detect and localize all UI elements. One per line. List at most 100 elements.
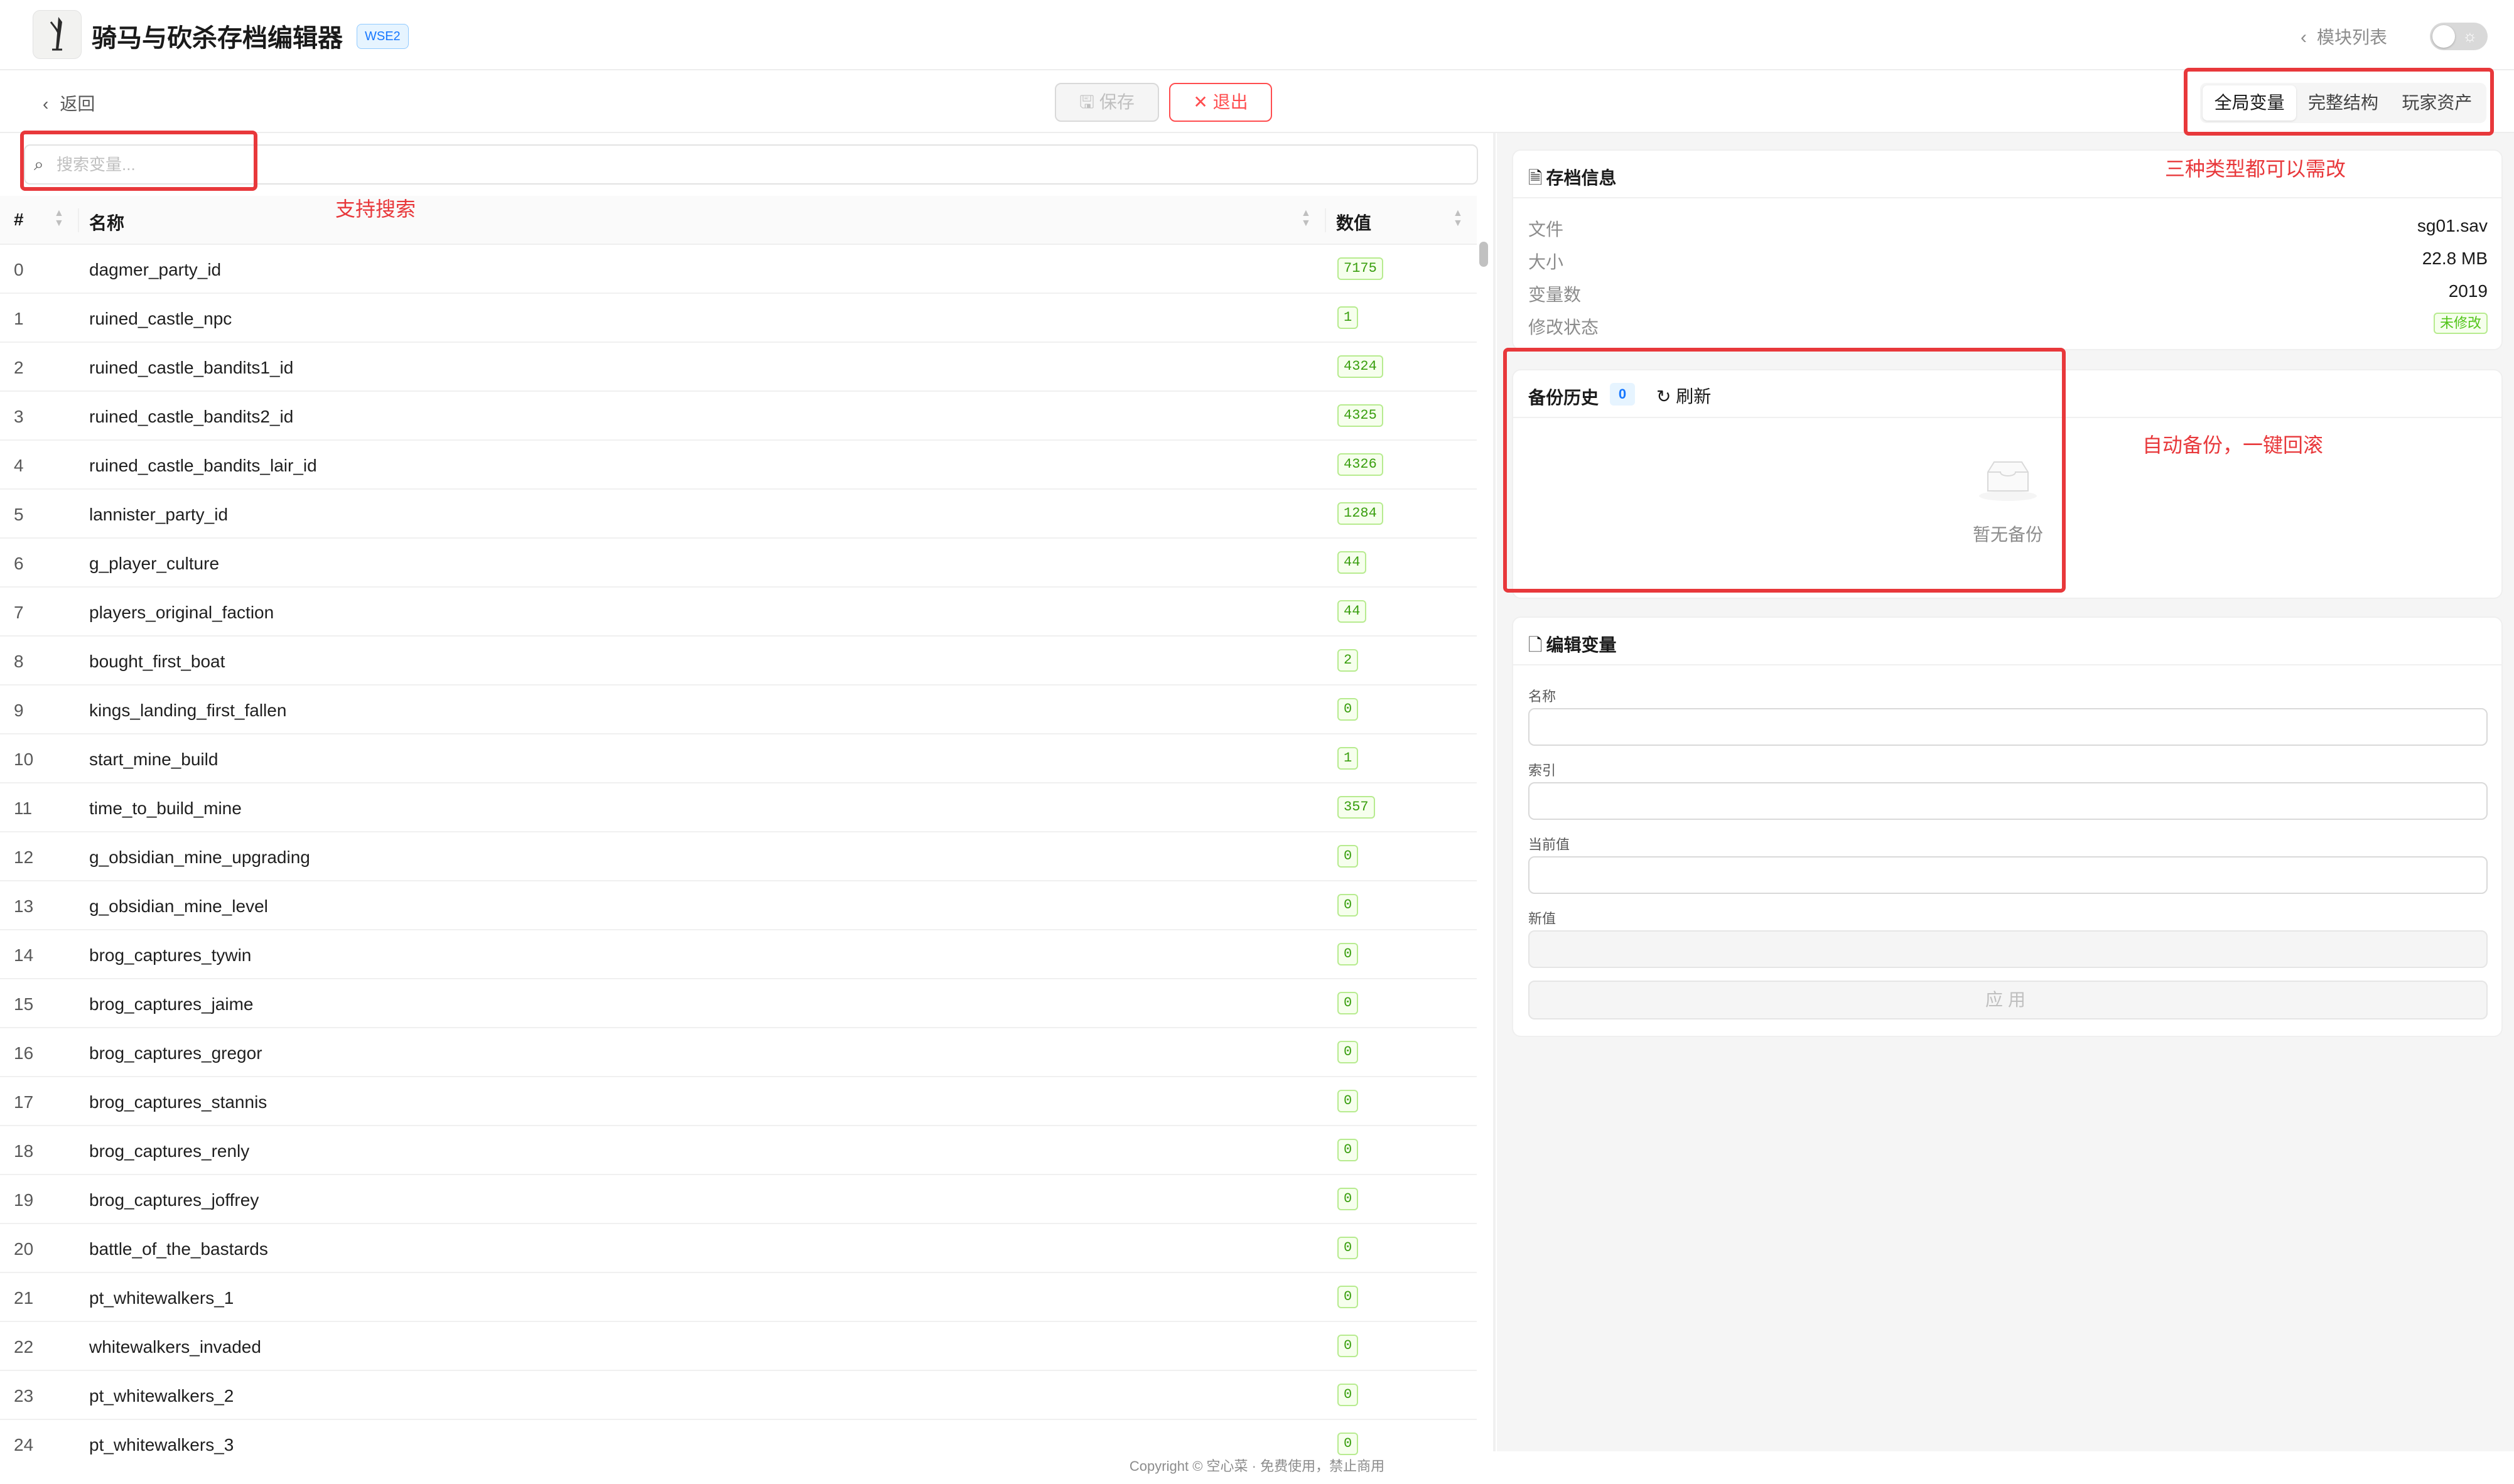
table-row[interactable]: 24 pt_whitewalkers_3 0: [0, 1420, 1477, 1456]
row-variable-name: brog_captures_stannis: [89, 1092, 267, 1112]
index-field[interactable]: [1528, 782, 2488, 820]
row-index: 10: [14, 750, 34, 769]
row-value-tag: 0: [1337, 992, 1359, 1014]
annotation-box-tabs: [2184, 68, 2494, 136]
theme-toggle[interactable]: ☼: [2430, 23, 2488, 50]
chevron-left-icon: ‹: [2301, 27, 2307, 48]
row-value-tag: 0: [1337, 1384, 1359, 1406]
toggle-knob: [2432, 25, 2455, 48]
row-variable-name: time_to_build_mine: [89, 798, 242, 818]
table-row[interactable]: 22 whitewalkers_invaded 0: [0, 1322, 1477, 1371]
save-label: 保存: [1099, 92, 1135, 112]
row-value-tag: 0: [1337, 1433, 1359, 1455]
row-index: 6: [14, 554, 24, 573]
row-variable-name: brog_captures_renly: [89, 1141, 250, 1161]
panel-splitter[interactable]: [1493, 133, 1496, 1451]
row-value-tag: 0: [1337, 1188, 1359, 1210]
table-row[interactable]: 17 brog_captures_stannis 0: [0, 1077, 1477, 1126]
modified-status-label: 修改状态: [1528, 318, 1599, 337]
table-row[interactable]: 9 kings_landing_first_fallen 0: [0, 686, 1477, 734]
row-variable-name: pt_whitewalkers_2: [89, 1386, 234, 1406]
table-row[interactable]: 6 g_player_culture 44: [0, 539, 1477, 588]
row-value-tag: 2: [1337, 649, 1359, 672]
table-row[interactable]: 8 bought_first_boat 2: [0, 637, 1477, 686]
row-value-tag: 0: [1337, 698, 1359, 721]
row-index: 22: [14, 1337, 34, 1357]
save-info-card: 🗎 存档信息 文件 sg01.sav 大小 22.8 MB 变量数 2019 修改…: [1512, 149, 2503, 350]
table-row[interactable]: 14 brog_captures_tywin 0: [0, 930, 1477, 979]
row-variable-name: lannister_party_id: [89, 505, 229, 524]
variables-panel: ⌕ # ▲▼ 名称 ▲▼ 数值 ▲▼ 0dagmer_party_id71751…: [0, 133, 1494, 1455]
table-row[interactable]: 23 pt_whitewalkers_2 0: [0, 1371, 1477, 1420]
table-row[interactable]: 13 g_obsidian_mine_level 0: [0, 881, 1477, 930]
row-index: 21: [14, 1288, 34, 1308]
action-toolbar: ‹ 返回 🖫 保存 ✕ 退出 全局变量 完整结构 玩家资产: [0, 70, 2514, 133]
table-row[interactable]: 4 ruined_castle_bandits_lair_id 4326: [0, 441, 1477, 490]
current-value-label: 当前值: [1528, 837, 1570, 852]
table-row[interactable]: 11 time_to_build_mine 357: [0, 783, 1477, 832]
exit-button[interactable]: ✕ 退出: [1169, 83, 1272, 122]
row-index: 12: [14, 847, 34, 867]
sort-icon[interactable]: ▲ ▼: [1453, 208, 1463, 229]
table-scrollbar[interactable]: [1479, 242, 1488, 267]
table-row[interactable]: 20 battle_of_the_bastards 0: [0, 1224, 1477, 1273]
column-header-name[interactable]: 名称: [89, 210, 124, 235]
row-index: 16: [14, 1043, 34, 1063]
divider: [1513, 664, 2501, 665]
save-icon: 🖫: [1079, 92, 1095, 112]
new-value-field[interactable]: [1528, 930, 2488, 968]
row-variable-name: ruined_castle_bandits_lair_id: [89, 456, 317, 475]
row-value-tag: 0: [1337, 1335, 1359, 1357]
table-row[interactable]: 1 ruined_castle_npc 1: [0, 294, 1477, 343]
row-variable-name: start_mine_build: [89, 750, 218, 769]
save-button[interactable]: 🖫 保存: [1055, 83, 1159, 122]
edit-variable-card: 🗋 编辑变量 名称 索引 当前值 新值 应用: [1512, 616, 2503, 1037]
row-value-tag: 0: [1337, 1090, 1359, 1112]
table-row[interactable]: 5 lannister_party_id 1284: [0, 490, 1477, 539]
row-variable-name: brog_captures_gregor: [89, 1043, 262, 1063]
row-variable-name: bought_first_boat: [89, 652, 225, 671]
table-row[interactable]: 18 brog_captures_renly 0: [0, 1126, 1477, 1175]
table-row[interactable]: 7 players_original_faction 44: [0, 588, 1477, 637]
module-list-link[interactable]: ‹ 模块列表: [2301, 24, 2387, 49]
new-value-label: 新值: [1528, 911, 1556, 927]
sort-icon[interactable]: ▲ ▼: [54, 208, 64, 229]
column-divider: [1325, 208, 1326, 232]
table-row[interactable]: 2 ruined_castle_bandits1_id 4324: [0, 343, 1477, 392]
app-root: 骑马与砍杀存档编辑器 WSE2 ‹ 模块列表 ☼ ‹ 返回 🖫 保存 ✕ 退出 全局…: [0, 0, 2514, 1484]
current-value-field[interactable]: [1528, 856, 2488, 894]
row-variable-name: ruined_castle_npc: [89, 309, 232, 328]
table-row[interactable]: 16 brog_captures_gregor 0: [0, 1028, 1477, 1077]
column-header-value[interactable]: 数值: [1336, 210, 1371, 235]
row-variable-name: g_player_culture: [89, 554, 220, 573]
row-value-tag: 0: [1337, 1139, 1359, 1161]
table-row[interactable]: 19 brog_captures_joffrey 0: [0, 1175, 1477, 1224]
column-divider: [78, 208, 79, 232]
row-index: 11: [14, 798, 33, 818]
save-info-title-text: 存档信息: [1546, 168, 1617, 188]
table-row[interactable]: 10 start_mine_build 1: [0, 734, 1477, 783]
row-variable-name: kings_landing_first_fallen: [89, 701, 287, 720]
sort-icon[interactable]: ▲ ▼: [1301, 208, 1311, 229]
row-value-tag: 44: [1337, 600, 1367, 623]
chevron-left-icon: ‹: [43, 94, 49, 114]
file-save-icon: 🗎: [1528, 168, 1543, 188]
row-value-tag: 0: [1337, 845, 1359, 868]
apply-button[interactable]: 应用: [1528, 981, 2488, 1019]
row-value-tag: 357: [1337, 796, 1375, 819]
column-header-index[interactable]: #: [14, 210, 24, 230]
back-button[interactable]: ‹ 返回: [43, 90, 95, 116]
row-variable-name: brog_captures_joffrey: [89, 1190, 259, 1210]
name-field[interactable]: [1528, 708, 2488, 746]
row-value-tag: 7175: [1337, 257, 1383, 280]
table-row[interactable]: 15 brog_captures_jaime 0: [0, 979, 1477, 1028]
back-label: 返回: [60, 94, 95, 114]
table-row[interactable]: 0 dagmer_party_id 7175: [0, 245, 1477, 294]
table-row[interactable]: 3 ruined_castle_bandits2_id 4325: [0, 392, 1477, 441]
row-value-tag: 0: [1337, 1286, 1359, 1308]
row-index: 23: [14, 1386, 34, 1406]
row-variable-name: brog_captures_tywin: [89, 945, 252, 965]
table-row[interactable]: 21 pt_whitewalkers_1 0: [0, 1273, 1477, 1322]
table-row[interactable]: 12 g_obsidian_mine_upgrading 0: [0, 832, 1477, 881]
annotation-tabs-note: 三种类型都可以需改: [2165, 158, 2346, 180]
